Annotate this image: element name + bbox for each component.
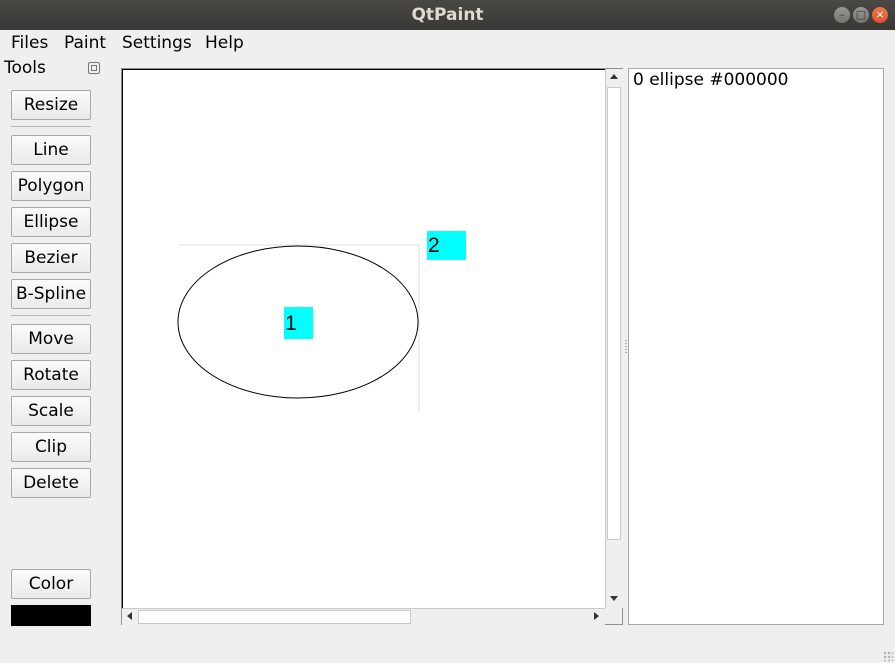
tools-separator [11,126,91,127]
close-button[interactable]: × [872,7,888,23]
scroll-right-icon[interactable] [594,612,599,620]
menu-files[interactable]: Files [11,33,48,53]
window-resize-grip[interactable] [883,651,893,661]
move-tool-button[interactable]: Move [11,324,91,354]
ellipse-tool-button[interactable]: Ellipse [11,207,91,237]
delete-tool-button[interactable]: Delete [11,468,91,498]
menu-settings[interactable]: Settings [122,33,192,53]
resize-button[interactable]: Resize [11,90,91,120]
canvas-drawing[interactable]: 1 2 [122,69,606,609]
bspline-tool-button[interactable]: B-Spline [11,279,91,309]
scale-tool-button[interactable]: Scale [11,396,91,426]
tools-separator [11,315,91,316]
line-tool-button[interactable]: Line [11,135,91,165]
minimize-button[interactable]: – [834,7,850,23]
current-color-swatch[interactable] [11,605,91,626]
menu-paint[interactable]: Paint [64,33,106,53]
window-title: QtPaint [411,5,484,25]
minimize-icon: – [839,8,845,21]
close-icon: × [875,8,885,21]
menu-bar: Files Paint Settings Help [0,30,895,56]
horizontal-scrollbar[interactable] [122,608,605,625]
scroll-left-icon[interactable] [127,612,132,620]
shape-list-item[interactable]: 0 ellipse #000000 [633,70,789,90]
scroll-up-icon[interactable] [610,74,618,79]
maximize-icon: □ [855,8,867,21]
menu-help[interactable]: Help [205,33,244,53]
horizontal-scroll-thumb[interactable] [138,610,411,624]
maximize-button[interactable]: □ [853,7,869,23]
dock-float-icon[interactable] [88,62,100,74]
rotate-tool-button[interactable]: Rotate [11,360,91,390]
color-button[interactable]: Color [11,569,91,599]
scroll-corner [605,608,622,624]
vertical-scrollbar[interactable] [605,69,623,608]
shape-list-panel[interactable]: 0 ellipse #000000 [628,68,884,625]
vertical-scroll-thumb[interactable] [607,87,621,540]
scroll-down-icon[interactable] [610,596,618,601]
control-point-2-label: 2 [428,234,440,257]
drawing-canvas[interactable]: 1 2 [121,68,623,625]
tools-dock-title: Tools [4,58,46,78]
title-bar: QtPaint – □ × [0,0,895,30]
control-point-1-label: 1 [285,312,297,335]
splitter-handle[interactable] [625,340,627,354]
polygon-tool-button[interactable]: Polygon [11,171,91,201]
bezier-tool-button[interactable]: Bezier [11,243,91,273]
clip-tool-button[interactable]: Clip [11,432,91,462]
